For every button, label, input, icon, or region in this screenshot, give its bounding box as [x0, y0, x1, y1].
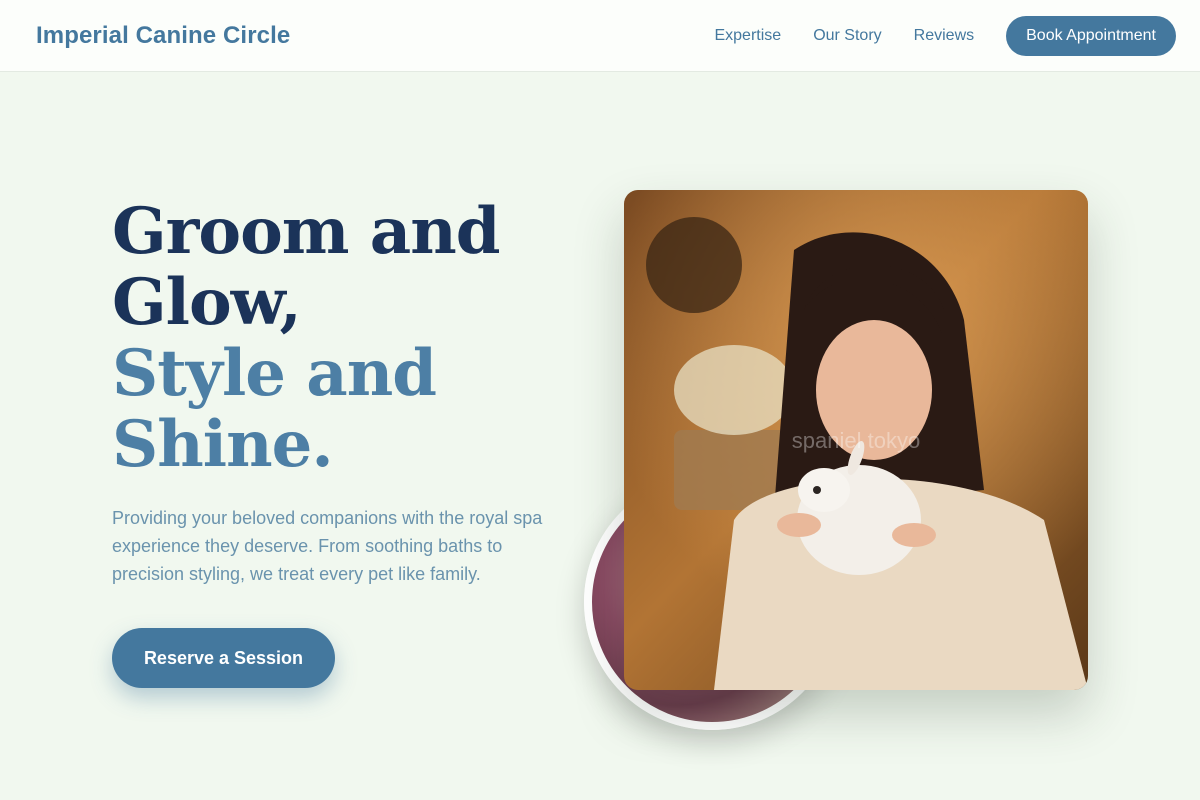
nav-link-our-story[interactable]: Our Story: [813, 27, 881, 45]
hero-main-image: spaniel tokyo: [624, 190, 1088, 690]
hero-title-line-1: Groom and: [112, 194, 501, 269]
hero-description: Providing your beloved companions with t…: [112, 508, 543, 584]
main-nav: Expertise Our Story Reviews Book Appoint…: [714, 15, 1176, 56]
hero-title: Groom and Glow, Style and Shine.: [112, 196, 582, 480]
nav-link-reviews[interactable]: Reviews: [914, 27, 974, 45]
brand-logo[interactable]: Imperial Canine Circle: [36, 22, 290, 50]
site-header: Imperial Canine Circle Expertise Our Sto…: [0, 0, 1200, 72]
book-appointment-button[interactable]: Book Appointment: [1006, 15, 1176, 56]
hero-title-line-2: Glow,: [112, 265, 302, 340]
hero-title-line-3: Style and: [112, 336, 437, 411]
reserve-session-button[interactable]: Reserve a Session: [112, 628, 335, 688]
image-watermark: spaniel tokyo: [791, 428, 921, 453]
nav-link-expertise[interactable]: Expertise: [714, 27, 781, 45]
hero-title-line-4: Shine.: [112, 407, 334, 482]
